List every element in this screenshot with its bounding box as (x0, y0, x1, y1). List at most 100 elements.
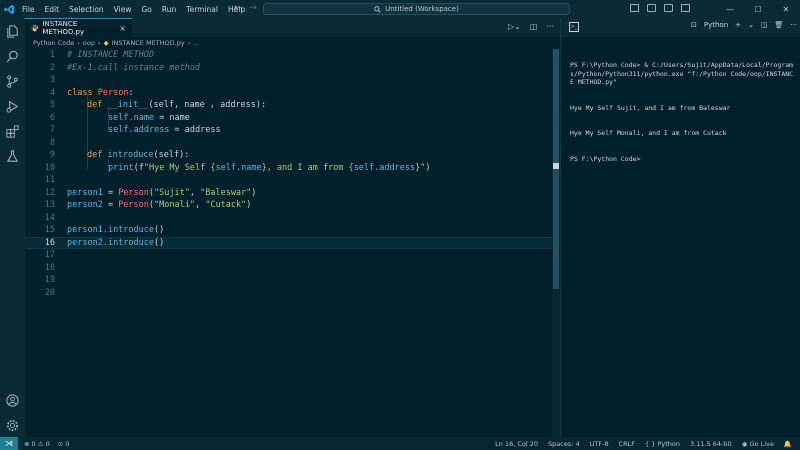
chevron-down-icon[interactable]: ⌄ (748, 21, 754, 29)
command-center[interactable]: Untitled (Workspace) (263, 3, 570, 15)
terminal-line: PS F:\Python Code> & C:/Users/Sujit/AppD… (570, 61, 794, 86)
language-mode-label: Python (657, 439, 680, 448)
search-icon[interactable] (5, 49, 20, 64)
code-string: "Cutack" (205, 200, 247, 211)
code-string: "Sujit" (154, 187, 190, 198)
go-live-button[interactable]: ◉ Go Live (742, 440, 774, 448)
back-arrow-icon[interactable]: ← (234, 3, 242, 13)
python-file-icon (31, 24, 39, 32)
explorer-icon[interactable] (5, 24, 20, 39)
python-interpreter[interactable]: 3.11.5 64-bit (690, 440, 732, 448)
toggle-panel-icon[interactable] (647, 4, 656, 12)
line-number: 19 (44, 275, 55, 286)
code-line: 7 self.address = address (25, 124, 560, 137)
forward-arrow-icon[interactable]: → (250, 3, 258, 13)
code-editor[interactable]: 1 # INSTANCE METHOD 2 #Ex-1.call instance … (25, 49, 560, 437)
line-number: 12 (44, 187, 55, 198)
vscode-logo-icon (0, 0, 18, 18)
breadcrumb-file[interactable]: INSTANCE METHOD.py (112, 39, 185, 47)
tab-close-icon[interactable]: × (119, 24, 126, 33)
scrollbar-thumb[interactable] (553, 49, 559, 289)
problems-indicator[interactable]: ⊗ 0 ⚠ 0 (24, 440, 50, 448)
warning-count: 0 (45, 439, 50, 448)
activity-bar (0, 18, 25, 437)
language-mode[interactable]: { } Python (645, 440, 680, 448)
terminal-line: Hye My Self Sujit, and I am from Baleswa… (570, 103, 731, 112)
line-ending[interactable]: CRLF (619, 440, 635, 448)
notifications-bell-icon[interactable]: 🔔 (784, 440, 792, 448)
remote-indicator-icon[interactable]: ⋊ (0, 437, 18, 450)
code-variable: person1 (67, 187, 103, 198)
line-number: 20 (44, 287, 55, 298)
toggle-sidebar-icon[interactable] (630, 4, 639, 12)
code-text: = (102, 187, 119, 198)
more-actions-icon[interactable]: ··· (546, 22, 554, 31)
terminal-line: PS F:\Python Code> (570, 154, 641, 163)
trash-icon[interactable]: 🗑 (775, 21, 784, 29)
line-number: 5 (49, 100, 55, 111)
cursor-position[interactable]: Ln 16, Col 20 (495, 440, 538, 448)
menu-file[interactable]: File (22, 5, 35, 14)
extensions-icon[interactable] (5, 124, 20, 139)
menu-edit[interactable]: Edit (45, 5, 60, 14)
split-editor-icon[interactable]: ◫ (530, 22, 538, 31)
menu-terminal[interactable]: Terminal (186, 5, 218, 14)
settings-gear-icon[interactable] (5, 418, 20, 433)
terminal-line: Hye My Self Monali, and I am from Cutack (570, 129, 727, 137)
minimize-icon[interactable]: — (716, 5, 744, 14)
run-debug-icon[interactable] (5, 99, 20, 114)
file-encoding[interactable]: UTF-8 (590, 440, 609, 448)
line-number: 15 (44, 225, 55, 236)
code-class-name: Person (97, 87, 129, 98)
line-number: 7 (49, 125, 55, 136)
terminal-output[interactable]: PS F:\Python Code> & C:/Users/Sujit/AppD… (570, 44, 796, 180)
code-text: (self): (153, 150, 190, 161)
ports-indicator[interactable]: ⊙ 0 (58, 440, 70, 448)
split-terminal-icon[interactable]: ◫ (761, 21, 768, 29)
close-window-icon[interactable]: ✕ (772, 5, 800, 14)
account-icon[interactable] (5, 393, 20, 408)
customize-layout-icon[interactable] (681, 4, 690, 12)
editor-scrollbar[interactable] (552, 49, 560, 437)
terminal-panel: >_ ⊡ Python + ⌄ ◫ 🗑 ··· ⌃ × PS F:\Python… (560, 18, 800, 437)
code-line: 1 # INSTANCE METHOD (25, 49, 560, 62)
new-terminal-button[interactable]: + (735, 21, 741, 29)
python-file-icon: ◆ (103, 39, 109, 47)
code-text: : (128, 87, 134, 98)
line-number: 8 (49, 137, 55, 148)
breadcrumb-symbol[interactable]: ... (193, 39, 199, 47)
toggle-secondary-sidebar-icon[interactable] (664, 4, 673, 12)
code-string: }" (415, 162, 426, 173)
terminal-icon[interactable]: >_ (569, 22, 579, 32)
code-function: print (108, 162, 134, 173)
menu-run[interactable]: Run (162, 5, 176, 14)
code-line: 15 person1.introduce() (25, 224, 560, 237)
line-number: 3 (49, 75, 55, 86)
code-class-name: Person (118, 200, 149, 211)
indentation[interactable]: Spaces: 4 (548, 440, 580, 448)
code-line: 10 print(f"Hye My Self {self.name}, and I… (25, 162, 560, 175)
code-class-name: Person (118, 187, 149, 198)
menu-go[interactable]: Go (141, 5, 151, 14)
terminal-shell-name[interactable]: Python (704, 21, 728, 29)
code-keyword: def (87, 150, 108, 161)
code-text: (f (133, 162, 144, 173)
code-line: 3 (25, 74, 560, 87)
breadcrumb-folder-python-code[interactable]: Python Code (33, 39, 74, 47)
code-self: self (108, 112, 129, 123)
code-text: ) (425, 162, 431, 173)
menu-view[interactable]: View (114, 5, 132, 14)
tab-instance-method[interactable]: INSTANCE METHOD.py × (25, 18, 132, 37)
code-string: "Baleswar" (200, 187, 252, 198)
menu-selection[interactable]: Selection (69, 5, 104, 14)
tab-label: INSTANCE METHOD.py (42, 20, 85, 36)
code-text: , (194, 200, 206, 211)
maximize-icon[interactable]: ☐ (744, 5, 772, 14)
testing-flask-icon[interactable] (5, 149, 20, 164)
source-control-icon[interactable] (5, 74, 20, 89)
more-actions-icon[interactable]: ··· (790, 21, 797, 29)
run-file-icon[interactable]: ▷⌄ (508, 22, 521, 31)
code-line: 13 person2 = Person("Monali", "Cutack") (25, 199, 560, 212)
terminal-tools: ⊡ Python + ⌄ ◫ 🗑 ··· ⌃ × (691, 21, 800, 29)
breadcrumb-folder-oop[interactable]: oop (83, 39, 95, 47)
